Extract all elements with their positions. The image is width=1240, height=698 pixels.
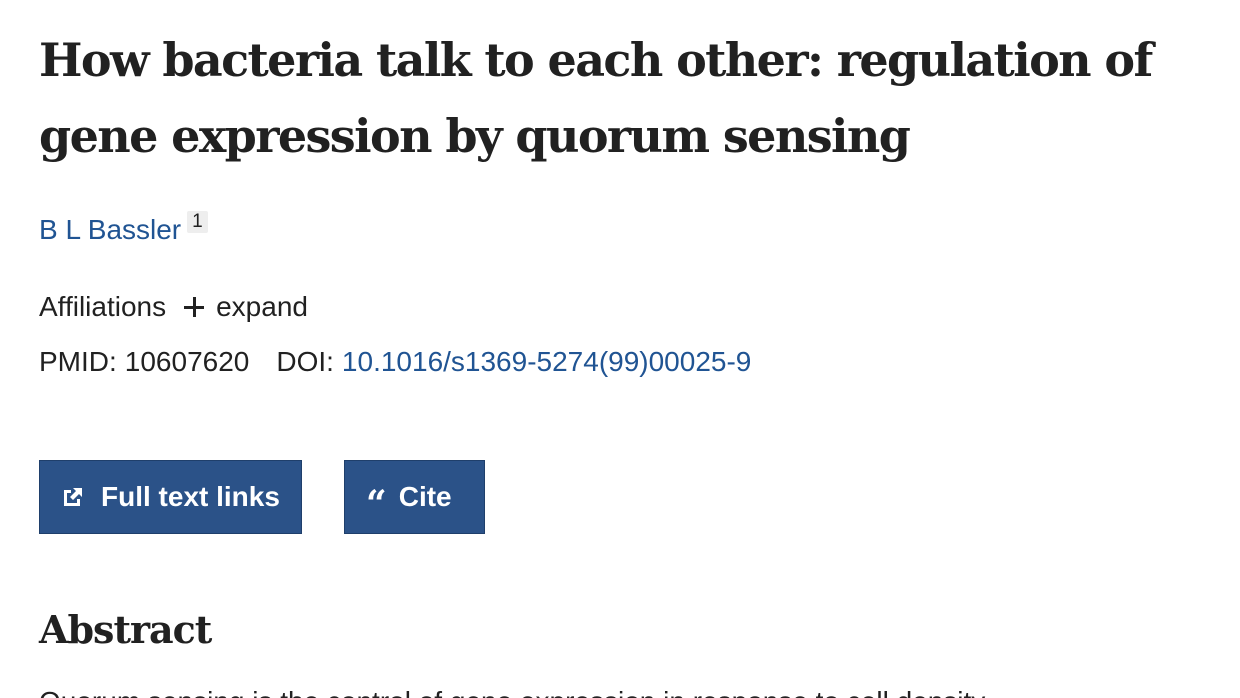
full-text-links-button[interactable]: Full text links <box>39 460 302 534</box>
affiliations-label: Affiliations <box>39 291 167 322</box>
full-text-links-label: Full text links <box>101 481 280 512</box>
doi-label: DOI: <box>276 346 334 377</box>
author-affiliation-ref[interactable]: 1 <box>187 211 208 233</box>
pmid-label: PMID: <box>39 346 117 377</box>
affiliations-row: Affiliations expand <box>39 287 308 327</box>
article-page: How bacteria talk to each other: regulat… <box>0 0 1240 698</box>
author-list: B L Bassler 1 <box>39 210 208 250</box>
abstract-heading: Abstract <box>39 607 212 652</box>
external-link-icon <box>61 485 85 509</box>
affiliations-expand-toggle[interactable]: expand <box>184 287 308 327</box>
author-link[interactable]: B L Bassler <box>39 210 181 250</box>
quote-icon: “ <box>366 483 387 525</box>
affiliations-expand-label: expand <box>216 291 308 322</box>
abstract-text: Quorum sensing is the control of gene ex… <box>39 682 1219 698</box>
article-identifiers: PMID: 10607620 DOI: 10.1016/s1369-5274(9… <box>39 342 751 382</box>
pmid-value: 10607620 <box>124 346 250 377</box>
doi-link[interactable]: 10.1016/s1369-5274(99)00025-9 <box>342 342 751 382</box>
article-title: How bacteria talk to each other: regulat… <box>39 33 1153 163</box>
cite-label: Cite <box>398 481 452 512</box>
cite-button[interactable]: “ Cite <box>344 460 485 534</box>
plus-icon <box>184 297 205 317</box>
